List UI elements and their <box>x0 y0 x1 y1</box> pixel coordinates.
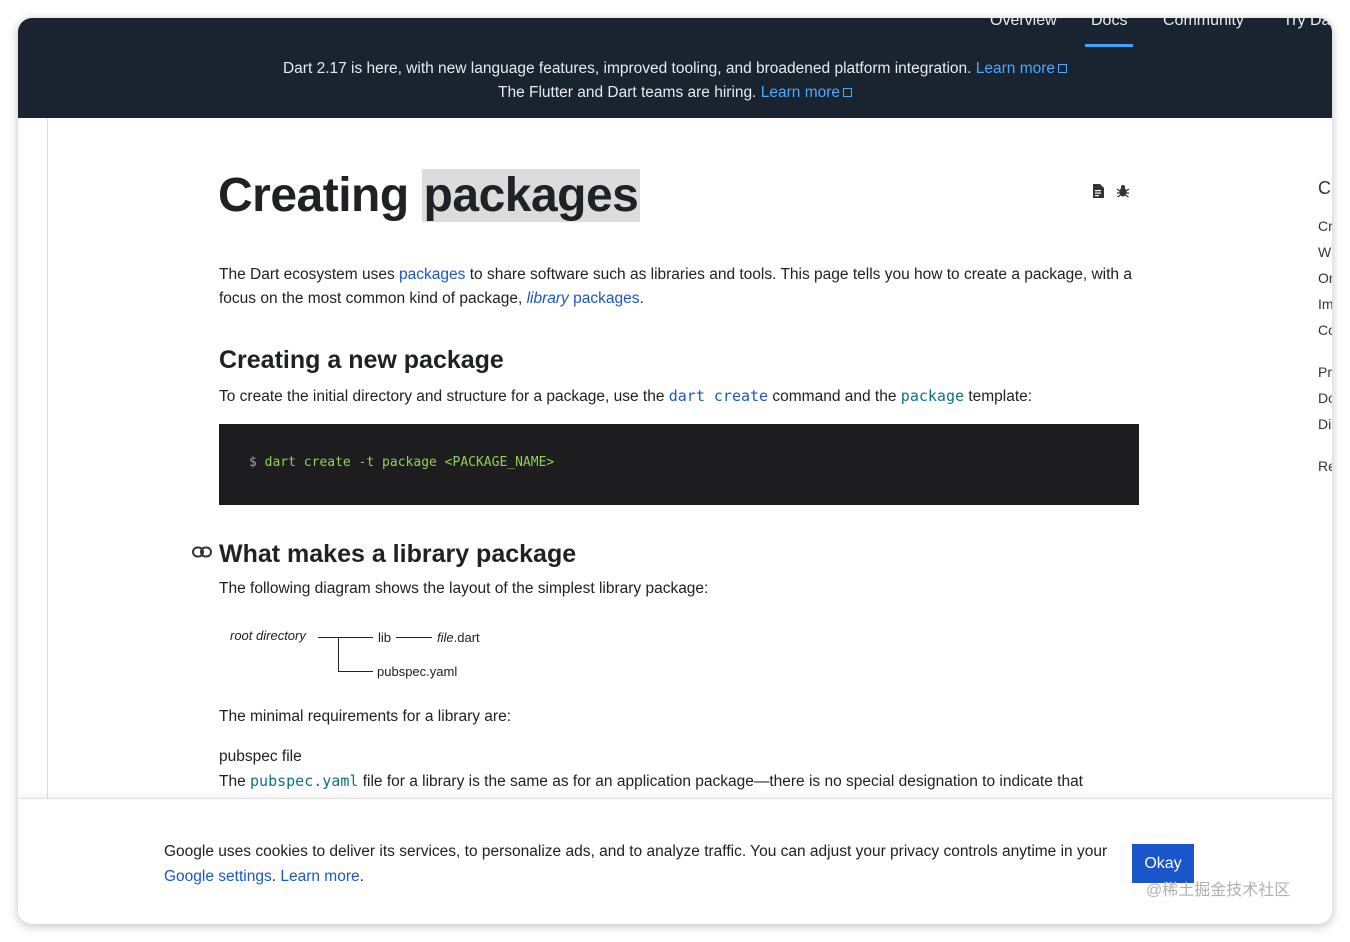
heading-anchor-link-icon[interactable] <box>192 546 212 558</box>
banner-hiring-link-label: Learn more <box>760 84 841 101</box>
pubspec-text-1: The <box>219 773 251 790</box>
page-title-highlighted: packages <box>421 169 641 222</box>
banner-release-learn-more-link[interactable]: Learn more <box>975 60 1068 77</box>
google-settings-link[interactable]: Google settings <box>164 868 272 885</box>
intro-paragraph: The Dart ecosystem uses packages to shar… <box>219 263 1139 311</box>
diagram-file-dart: file.dart <box>437 630 480 645</box>
cookie-text-end: . <box>359 868 364 885</box>
toc-title: C <box>1318 178 1331 198</box>
packages-link-text: packages <box>568 290 640 307</box>
diagram-file-name: file <box>437 630 454 645</box>
toc-item[interactable]: Cr <box>1318 218 1332 234</box>
toc-item[interactable]: Re <box>1318 458 1332 474</box>
pubspec-paragraph: The pubspec.yaml file for a library is t… <box>219 769 1139 794</box>
page-title: Creating packages <box>218 168 641 223</box>
watermark: @稀土掘金技术社区 <box>1146 882 1291 899</box>
code-line: $ dart create -t package <PACKAGE_NAME> <box>249 455 554 470</box>
site-header: Overview Docs Community Try Da Dart 2.17… <box>18 18 1332 118</box>
external-link-icon <box>843 88 853 97</box>
package-code: package <box>900 387 965 405</box>
section-heading-library-package: What makes a library package <box>219 540 577 568</box>
cookie-text-body: Google uses cookies to deliver its servi… <box>164 843 1108 860</box>
cookie-learn-more-link[interactable]: Learn more <box>280 868 359 885</box>
banner-hiring-learn-more-link[interactable]: Learn more <box>760 84 853 101</box>
section1-text-1: To create the initial directory and stru… <box>219 388 669 405</box>
cookie-notice-text: Google uses cookies to deliver its servi… <box>164 839 1114 889</box>
packages-link[interactable]: packages <box>399 266 465 283</box>
requirements-paragraph: The minimal requirements for a library a… <box>219 708 512 725</box>
pubspec-heading: pubspec file <box>219 748 302 765</box>
diagram-connector <box>396 637 432 638</box>
diagram-connector <box>338 637 339 671</box>
diagram-connector <box>318 637 373 638</box>
pubspec-code: pubspec.yaml <box>250 772 359 790</box>
package-layout-diagram: root directory lib file.dart pubspec.yam… <box>228 628 528 698</box>
toc-item[interactable]: Pr <box>1318 364 1332 380</box>
toc-item[interactable]: Di <box>1318 416 1331 432</box>
library-packages-link[interactable]: library packages <box>527 290 640 307</box>
diagram-pubspec: pubspec.yaml <box>377 664 458 679</box>
nav-community[interactable]: Community <box>1163 18 1244 30</box>
toc-item[interactable]: Im <box>1318 296 1332 312</box>
intro-text-1: The Dart ecosystem uses <box>219 266 400 283</box>
intro-text-3: . <box>639 290 644 307</box>
external-link-icon <box>1058 64 1068 73</box>
banner-hiring-text: The Flutter and Dart teams are hiring. <box>497 84 757 101</box>
code-block[interactable]: $ dart create -t package <PACKAGE_NAME> <box>219 424 1139 505</box>
dart-create-link[interactable]: dart create <box>669 387 768 405</box>
diagram-root-directory: root directory <box>230 628 306 643</box>
banner-line-release: Dart 2.17 is here, with new language fea… <box>18 60 1332 78</box>
toc-item[interactable]: W <box>1318 244 1331 260</box>
pubspec-text-2: file for a library is the same as for an… <box>358 773 1083 790</box>
diagram-file-ext: .dart <box>453 630 480 645</box>
section-heading-creating-new-package: Creating a new package <box>219 346 504 374</box>
file-issue-bug-icon[interactable] <box>1116 184 1130 201</box>
browser-window: Overview Docs Community Try Da Dart 2.17… <box>18 18 1332 924</box>
code-prompt: $ <box>249 455 257 470</box>
banner-line-hiring: The Flutter and Dart teams are hiring. L… <box>18 84 1332 102</box>
main-content: Creating packages The Dart ecosystem use… <box>18 118 1332 798</box>
code-command: dart create -t package <PACKAGE_NAME> <box>256 455 555 470</box>
library-link-text: library <box>526 290 569 307</box>
toc-item[interactable]: Or <box>1318 270 1332 286</box>
banner-release-link-label: Learn more <box>975 60 1056 77</box>
section1-text-2: command and the <box>768 388 901 405</box>
section1-paragraph: To create the initial directory and stru… <box>219 384 1139 409</box>
toc-item[interactable]: Do <box>1318 390 1332 406</box>
page-title-part1: Creating <box>218 169 409 222</box>
diagram-lib: lib <box>378 630 392 645</box>
diagram-connector <box>338 671 373 672</box>
nav-try-dart[interactable]: Try Da <box>1283 18 1330 30</box>
nav-overview[interactable]: Overview <box>990 18 1057 30</box>
section1-text-3: template: <box>964 388 1033 405</box>
section2-paragraph: The following diagram shows the layout o… <box>219 580 709 597</box>
view-source-icon[interactable] <box>1092 184 1104 201</box>
banner-release-text: Dart 2.17 is here, with new language fea… <box>282 60 972 77</box>
page-actions <box>1092 184 1138 203</box>
nav-docs[interactable]: Docs <box>1084 18 1134 47</box>
cookie-consent-bar: Google uses cookies to deliver its servi… <box>18 798 1332 924</box>
toc-item[interactable]: Co <box>1318 322 1332 338</box>
